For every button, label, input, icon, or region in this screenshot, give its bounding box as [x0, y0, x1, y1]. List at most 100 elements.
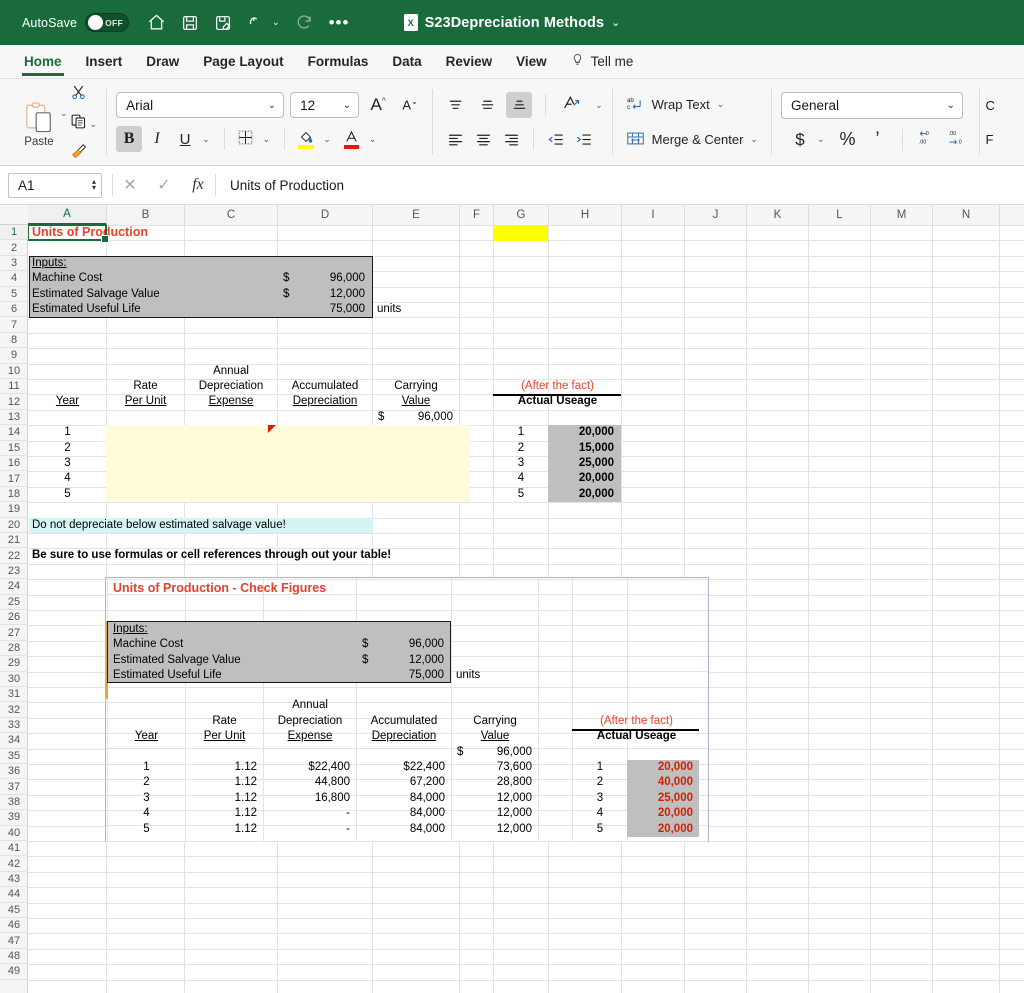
- cell-A4-label[interactable]: Machine Cost: [29, 271, 179, 286]
- cell-D6-value[interactable]: 75,000: [308, 302, 368, 317]
- chk-row-2-rate[interactable]: 1.12: [186, 776, 260, 791]
- align-top-button[interactable]: [442, 92, 468, 118]
- font-color-button[interactable]: [339, 126, 365, 152]
- font-color-chevron-down-icon[interactable]: ⌄: [369, 134, 377, 145]
- cell-G9-after-the-fact[interactable]: (After the fact): [494, 379, 621, 394]
- cell-D5-value[interactable]: 12,000: [308, 287, 368, 302]
- comma-format-button[interactable]: ’: [865, 127, 891, 153]
- underline-button[interactable]: U: [172, 126, 198, 152]
- fill-color-button[interactable]: [293, 126, 319, 152]
- align-center-button[interactable]: [470, 126, 496, 152]
- fill-color-chevron-down-icon[interactable]: ⌄: [323, 134, 331, 145]
- chk-row-5-year[interactable]: 5: [108, 822, 185, 837]
- row-header-40[interactable]: 40: [0, 826, 28, 841]
- chk-hdr-depreciation2[interactable]: Depreciation: [357, 729, 451, 744]
- row-header-43[interactable]: 43: [0, 872, 28, 888]
- chk-row-5-accum[interactable]: 84,000: [357, 822, 448, 837]
- row-header-31[interactable]: 31: [0, 687, 28, 703]
- cell-area[interactable]: Units of Production Inputs: Machine Cost…: [28, 225, 1024, 993]
- cell-E9-carrying[interactable]: Carrying: [373, 379, 459, 394]
- row-header-37[interactable]: 37: [0, 779, 28, 795]
- row-header-35[interactable]: 35: [0, 749, 28, 764]
- align-middle-button[interactable]: [474, 92, 500, 118]
- row-header-46[interactable]: 46: [0, 918, 28, 934]
- increase-decimal-button[interactable]: 0.00: [914, 127, 940, 153]
- chk-input-0-label[interactable]: Machine Cost: [110, 637, 260, 652]
- row-header-34[interactable]: 34: [0, 733, 28, 749]
- wrap-text-chevron-down-icon[interactable]: ⌄: [717, 99, 725, 110]
- row-header-11[interactable]: 11: [0, 379, 28, 395]
- column-header-H[interactable]: H: [549, 205, 622, 225]
- cell-D9-accumulated[interactable]: Accumulated: [278, 379, 372, 394]
- cell-C10-expense[interactable]: Expense: [185, 394, 277, 409]
- cell-D4-value[interactable]: 96,000: [308, 271, 368, 286]
- document-menu-chevron-down-icon[interactable]: ⌄: [611, 16, 620, 29]
- chk-row-2-u_year[interactable]: 2: [573, 776, 627, 791]
- row-header-6[interactable]: 6: [0, 302, 28, 318]
- paste-chevron-down-icon[interactable]: ⌄: [60, 108, 68, 119]
- increase-indent-button[interactable]: [571, 126, 597, 152]
- row-header-26[interactable]: 26: [0, 610, 28, 626]
- column-header-J[interactable]: J: [685, 205, 747, 225]
- format-as-table-partial[interactable]: F: [986, 126, 995, 152]
- column-header-I[interactable]: I: [622, 205, 685, 225]
- row-header-15[interactable]: 15: [0, 441, 28, 456]
- row-header-48[interactable]: 48: [0, 949, 28, 965]
- row-header-19[interactable]: 19: [0, 502, 28, 518]
- cell-H14-usage[interactable]: 25,000: [549, 456, 617, 471]
- cell-C4-symbol[interactable]: $: [280, 271, 300, 286]
- cell-B9-rate[interactable]: Rate: [107, 379, 184, 394]
- row-header-32[interactable]: 32: [0, 702, 28, 718]
- row-header-28[interactable]: 28: [0, 641, 28, 657]
- row-header-49[interactable]: 49: [0, 964, 28, 980]
- cell-G13-year[interactable]: 2: [494, 441, 548, 456]
- chk-row-5-usage[interactable]: 20,000: [628, 822, 696, 837]
- name-box-spinner-icon[interactable]: ▴ ▾: [92, 178, 96, 192]
- cell-A3-inputs-header[interactable]: Inputs:: [29, 256, 105, 271]
- chk-row-3-expense[interactable]: 16,800: [264, 791, 353, 806]
- orientation-chevron-down-icon[interactable]: ⌄: [595, 100, 603, 111]
- bold-button[interactable]: B: [116, 126, 143, 152]
- chk-hdr-carrying[interactable]: Carrying: [452, 714, 538, 729]
- row-header-18[interactable]: 18: [0, 487, 28, 503]
- chk-row-5-u_year[interactable]: 5: [573, 822, 627, 837]
- chk-row-2-accum[interactable]: 67,200: [357, 776, 448, 791]
- decrease-decimal-button[interactable]: .00.0: [944, 127, 970, 153]
- merge-center-chevron-down-icon[interactable]: ⌄: [750, 134, 758, 145]
- chk-hdr-accumulated[interactable]: Accumulated: [357, 714, 451, 729]
- chk-opening-value[interactable]: 96,000: [475, 745, 535, 760]
- row-header-45[interactable]: 45: [0, 903, 28, 918]
- chk-title[interactable]: Units of Production - Check Figures: [110, 581, 470, 596]
- chk-row-4-accum[interactable]: 84,000: [357, 806, 448, 821]
- row-header-42[interactable]: 42: [0, 856, 28, 872]
- cell-C5-symbol[interactable]: $: [280, 287, 300, 302]
- column-header-D[interactable]: D: [278, 205, 373, 225]
- chk-row-3-rate[interactable]: 1.12: [186, 791, 260, 806]
- row-header-38[interactable]: 38: [0, 795, 28, 811]
- wrap-text-button[interactable]: ab c Wrap Text ⌄: [622, 92, 762, 118]
- column-header-N[interactable]: N: [933, 205, 1000, 225]
- cell-B10-per-unit[interactable]: Per Unit: [107, 394, 184, 409]
- cell-H15-usage[interactable]: 20,000: [549, 471, 617, 486]
- row-header-13[interactable]: 13: [0, 410, 28, 426]
- row-header-4[interactable]: 4: [0, 271, 28, 287]
- formula-input[interactable]: Units of Production: [230, 178, 1024, 193]
- comment-indicator-icon[interactable]: [268, 425, 276, 433]
- chk-row-4-year[interactable]: 4: [108, 806, 185, 821]
- tab-draw[interactable]: Draw: [134, 45, 191, 79]
- cell-G12-year[interactable]: 1: [494, 425, 548, 440]
- tab-view[interactable]: View: [504, 45, 559, 79]
- cell-H16-usage[interactable]: 20,000: [549, 487, 617, 502]
- row-header-47[interactable]: 47: [0, 933, 28, 949]
- cell-A5-label[interactable]: Estimated Salvage Value: [29, 287, 199, 302]
- chk-inputs-header[interactable]: Inputs:: [110, 622, 186, 637]
- format-painter-button[interactable]: [70, 142, 98, 164]
- cell-A14-year[interactable]: 3: [29, 456, 106, 471]
- cell-H12-usage[interactable]: 20,000: [549, 425, 617, 440]
- cell-A6-label[interactable]: Estimated Useful Life: [29, 302, 189, 317]
- chk-input-1-symbol[interactable]: $: [359, 653, 379, 668]
- chk-hdr-after-the-fact[interactable]: (After the fact): [573, 714, 700, 729]
- decrease-font-size-button[interactable]: A⌄: [397, 92, 423, 118]
- chk-hdr-annual[interactable]: Annual: [264, 699, 356, 714]
- align-left-button[interactable]: [442, 126, 468, 152]
